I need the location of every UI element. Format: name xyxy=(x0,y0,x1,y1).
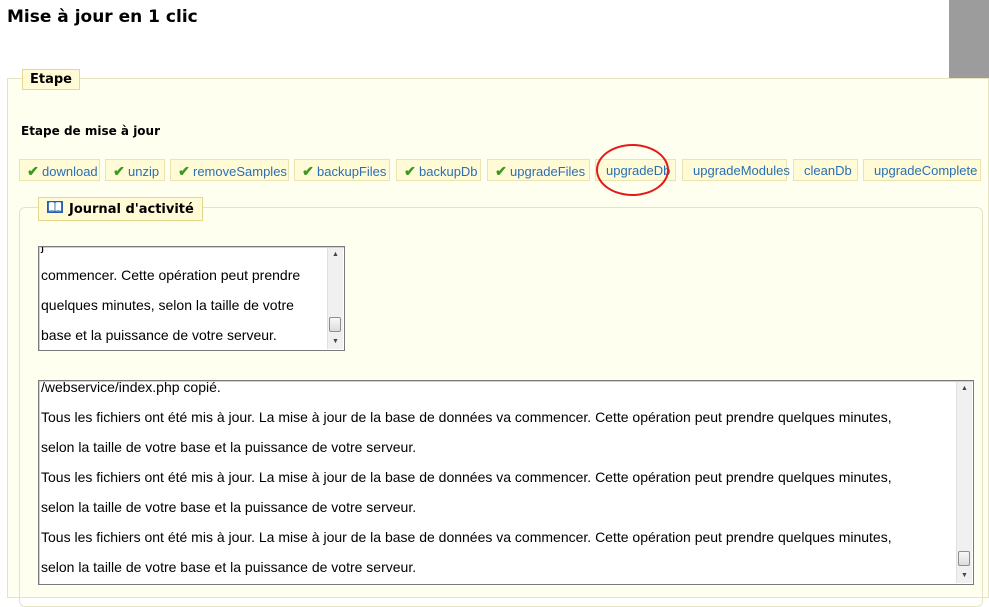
step-upgradefiles[interactable]: ✔ upgradeFiles xyxy=(487,159,590,181)
step-cleandb[interactable]: cleanDb xyxy=(793,159,858,181)
step-backupdb[interactable]: ✔ backupDb xyxy=(396,159,481,181)
page-title: Mise à jour en 1 clic xyxy=(7,7,198,27)
step-unzip[interactable]: ✔ unzip xyxy=(105,159,165,181)
scrollbar-thumb[interactable] xyxy=(329,317,341,332)
scroll-down-arrow-icon[interactable]: ▼ xyxy=(957,569,972,583)
log-line: quelques minutes, selon la taille de vot… xyxy=(41,297,294,313)
log-line: selon la taille de votre base et la puis… xyxy=(41,439,417,455)
journal-legend-label: Journal d'activité xyxy=(69,201,194,217)
log-line: /webservice/index.php copié. xyxy=(41,380,221,395)
log-line: Tous les fichiers ont été mis à jour. La… xyxy=(41,409,892,425)
step-backupfiles[interactable]: ✔ backupFiles xyxy=(294,159,390,181)
log-line: selon la taille de votre base et la puis… xyxy=(41,559,417,575)
step-heading: Etape de mise à jour xyxy=(21,124,161,138)
check-icon: ✔ xyxy=(27,163,39,179)
scroll-up-arrow-icon[interactable]: ▲ xyxy=(328,248,343,262)
log-line: base et la puissance de votre serveur. xyxy=(41,327,277,343)
main-log-scrollbar[interactable]: ▲ ▼ xyxy=(956,382,972,583)
check-icon: ✔ xyxy=(495,163,507,179)
journal-legend: Journal d'activité xyxy=(38,197,203,221)
book-icon xyxy=(47,200,63,218)
step-upgradedb[interactable]: upgradeDb xyxy=(595,159,676,181)
check-icon: ✔ xyxy=(178,163,190,179)
check-icon: ✔ xyxy=(404,163,416,179)
etape-panel: Etape Etape de mise à jour ✔ download ✔ un… xyxy=(7,69,989,607)
log-line: commencer. Cette opération peut prendre xyxy=(41,267,301,283)
scrollbar-strip xyxy=(949,0,989,78)
main-log[interactable]: /webservice/index.php copié. Tous les fi… xyxy=(38,380,974,585)
scrollbar-thumb[interactable] xyxy=(958,551,970,566)
log-line: Tous les fichiers ont été mis à jour. La… xyxy=(41,469,892,485)
journal-panel: Journal d'activité j commencer. Cette op… xyxy=(19,197,983,607)
log-line: Tous les fichiers ont été mis à jour. La… xyxy=(41,529,892,545)
step-removesamples[interactable]: ✔ removeSamples xyxy=(170,159,289,181)
scroll-up-arrow-icon[interactable]: ▲ xyxy=(957,382,972,396)
log-line: j xyxy=(41,247,328,260)
scroll-down-arrow-icon[interactable]: ▼ xyxy=(328,335,343,349)
log-line: selon la taille de votre base et la puis… xyxy=(41,499,417,515)
check-icon: ✔ xyxy=(113,163,125,179)
step-upgradecomplete[interactable]: upgradeComplete xyxy=(863,159,981,181)
quick-log[interactable]: j commencer. Cette opération peut prendr… xyxy=(38,246,345,351)
quick-log-scrollbar[interactable]: ▲ ▼ xyxy=(327,248,343,349)
step-download[interactable]: ✔ download xyxy=(19,159,100,181)
check-icon: ✔ xyxy=(302,163,314,179)
etape-legend: Etape xyxy=(22,69,80,90)
step-upgrademodules[interactable]: upgradeModules xyxy=(682,159,790,181)
